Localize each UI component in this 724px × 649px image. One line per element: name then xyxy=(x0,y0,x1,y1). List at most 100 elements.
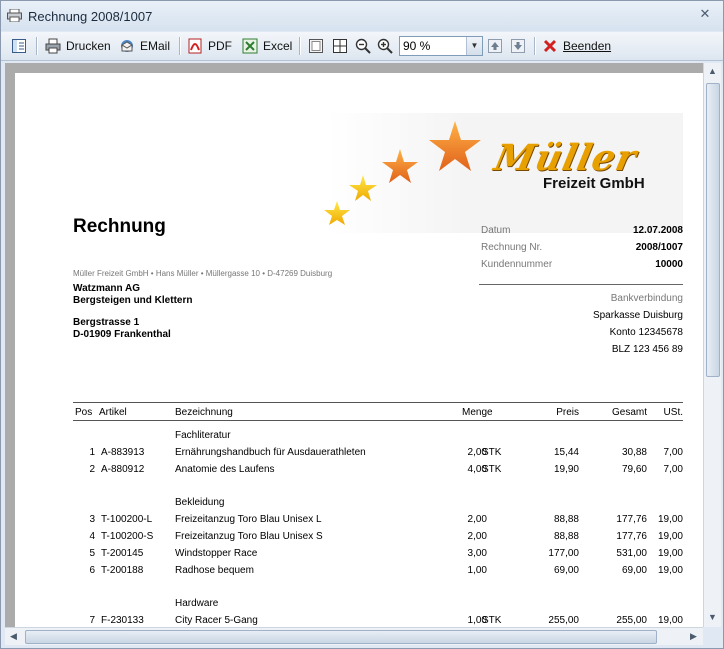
excel-icon xyxy=(242,38,258,54)
row-article: T-200188 xyxy=(101,565,144,576)
zoom-in-button[interactable] xyxy=(377,36,398,56)
row-article: T-200145 xyxy=(101,548,144,559)
row-vat: 19,00 xyxy=(657,548,683,559)
toolbar: Drucken EMail PDF Excel Beenden xyxy=(1,32,723,61)
row-pos: 3 xyxy=(89,514,95,525)
chevron-down-icon[interactable]: ▼ xyxy=(466,37,482,55)
row-vat: 7,00 xyxy=(663,464,683,475)
exit-button[interactable]: Beenden xyxy=(542,36,611,56)
print-label: Drucken xyxy=(66,39,111,53)
toggle-panel-button[interactable] xyxy=(11,36,32,56)
row-pos: 1 xyxy=(89,447,95,458)
col-quantity: Menge xyxy=(462,407,493,418)
row-total: 30,88 xyxy=(621,447,647,458)
row-pos: 6 xyxy=(89,565,95,576)
multi-page-button[interactable] xyxy=(332,36,353,56)
email-label: EMail xyxy=(140,39,171,53)
resize-grip[interactable] xyxy=(703,627,721,645)
row-unit: STK xyxy=(482,447,502,458)
pdf-label: PDF xyxy=(208,39,232,53)
meta-label-invoice-no: Rechnung Nr. xyxy=(481,242,543,253)
excel-button[interactable]: Excel xyxy=(242,36,292,56)
multi-page-icon xyxy=(333,39,347,53)
title-bar[interactable]: Rechnung 2008/1007 ✕ xyxy=(1,1,723,31)
scroll-up-icon[interactable]: ▲ xyxy=(704,63,721,80)
scroll-left-icon[interactable]: ◀ xyxy=(5,628,22,645)
bank-account: Konto 12345678 xyxy=(609,327,683,338)
row-vat: 7,00 xyxy=(663,447,683,458)
scroll-right-icon[interactable]: ▶ xyxy=(685,628,702,645)
col-price: Preis xyxy=(556,407,579,418)
bank-code: BLZ 123 456 89 xyxy=(611,344,683,355)
pdf-button[interactable]: PDF xyxy=(187,36,232,56)
zoom-in-icon xyxy=(377,38,393,54)
group-heading: Hardware xyxy=(175,598,219,609)
row-total: 79,60 xyxy=(621,464,647,475)
brand-logo: Müller xyxy=(490,137,641,179)
row-price: 69,00 xyxy=(553,565,579,576)
row-price: 15,44 xyxy=(553,447,579,458)
previous-page-button[interactable] xyxy=(487,36,508,56)
toolbar-separator xyxy=(36,37,38,55)
next-page-button[interactable] xyxy=(510,36,531,56)
row-unit: STK xyxy=(482,615,502,626)
group-heading: Bekleidung xyxy=(175,497,225,508)
row-vat: 19,00 xyxy=(657,531,683,542)
zoom-select[interactable]: 90 % ▼ xyxy=(399,36,483,56)
row-pos: 5 xyxy=(89,548,95,559)
preview-viewport[interactable]: Müller Freizeit GmbH Rechnung Müller Fre… xyxy=(5,63,703,627)
row-total: 177,76 xyxy=(616,531,647,542)
horizontal-scroll-thumb[interactable] xyxy=(25,630,657,644)
meta-label-date: Datum xyxy=(481,225,511,236)
row-quantity: 1,00 xyxy=(467,565,487,576)
meta-value-customer-no: 10000 xyxy=(655,259,683,270)
row-article: F-230133 xyxy=(101,615,144,626)
row-pos: 2 xyxy=(89,464,95,475)
exit-label: Beenden xyxy=(563,39,612,53)
recipient-street: Bergstrasse 1 xyxy=(73,317,140,328)
single-page-icon xyxy=(309,39,323,53)
bank-heading: Bankverbindung xyxy=(610,293,683,304)
zoom-out-button[interactable] xyxy=(355,36,376,56)
col-total: Gesamt xyxy=(611,407,647,418)
scroll-down-icon[interactable]: ▼ xyxy=(704,609,721,626)
single-page-button[interactable] xyxy=(308,36,329,56)
horizontal-scrollbar[interactable]: ◀ ▶ xyxy=(5,627,703,645)
row-description: Freizeitanzug Toro Blau Unisex L xyxy=(175,514,322,525)
close-icon[interactable]: ✕ xyxy=(697,6,713,22)
row-price: 177,00 xyxy=(548,548,579,559)
stars-logo-icon xyxy=(324,121,481,225)
row-vat: 19,00 xyxy=(657,514,683,525)
print-button[interactable]: Drucken xyxy=(45,36,111,56)
invoice-heading: Rechnung xyxy=(73,216,166,237)
row-article: A-883913 xyxy=(101,447,145,458)
row-article: A-880912 xyxy=(101,464,145,475)
col-article: Artikel xyxy=(99,407,127,418)
vertical-scrollbar[interactable]: ▲ ▼ xyxy=(703,63,721,627)
arrow-up-icon xyxy=(488,39,502,53)
vertical-scroll-thumb[interactable] xyxy=(706,83,720,377)
zoom-out-icon xyxy=(355,38,371,54)
close-icon xyxy=(543,39,557,53)
recipient-line-2: Bergsteigen und Klettern xyxy=(73,295,193,306)
row-total: 531,00 xyxy=(616,548,647,559)
printer-icon xyxy=(7,9,22,22)
invoice-page: Müller Freizeit GmbH Rechnung Müller Fre… xyxy=(15,73,703,627)
sender-line: Müller Freizeit GmbH • Hans Müller • Mül… xyxy=(73,269,333,278)
row-quantity: 2,00 xyxy=(467,514,487,525)
row-quantity: 3,00 xyxy=(467,548,487,559)
row-vat: 19,00 xyxy=(657,565,683,576)
meta-value-invoice-no: 2008/1007 xyxy=(635,242,683,253)
row-quantity: 2,00 xyxy=(467,531,487,542)
row-article: T-100200-L xyxy=(101,514,153,525)
meta-label-customer-no: Kundennummer xyxy=(481,259,553,270)
row-total: 177,76 xyxy=(616,514,647,525)
email-icon xyxy=(121,40,133,52)
row-price: 88,88 xyxy=(553,531,579,542)
email-button[interactable]: EMail xyxy=(119,36,170,56)
row-unit: STK xyxy=(482,464,502,475)
row-total: 255,00 xyxy=(616,615,647,626)
row-description: Ernährungshandbuch für Ausdauerathleten xyxy=(175,447,366,458)
col-vat: USt. xyxy=(663,407,683,418)
pdf-icon xyxy=(188,38,202,54)
